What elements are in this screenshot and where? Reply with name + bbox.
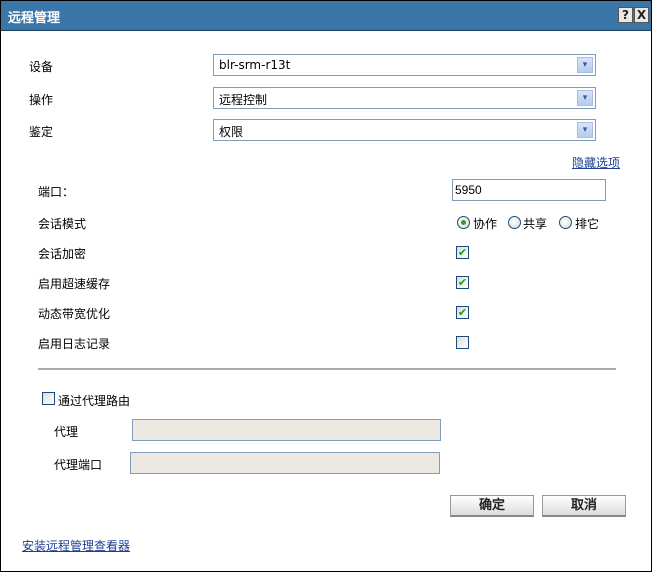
- radio-collaborate-label: 协作: [473, 217, 498, 231]
- port-input[interactable]: [452, 179, 606, 201]
- operation-value: 远程控制: [219, 93, 268, 107]
- chevron-down-icon[interactable]: ▾: [577, 57, 593, 73]
- proxy-port-label: 代理端口: [54, 458, 103, 472]
- auth-value: 权限: [219, 125, 244, 139]
- radio-exclusive-label: 排它: [575, 217, 600, 231]
- dialog-title: 远程管理: [8, 11, 61, 26]
- cache-checkbox[interactable]: ✔: [456, 276, 469, 289]
- radio-exclusive[interactable]: [559, 216, 572, 229]
- chevron-down-icon[interactable]: ▾: [577, 90, 593, 106]
- install-viewer-link[interactable]: 安装远程管理查看器: [22, 537, 130, 554]
- help-button[interactable]: ?: [618, 7, 633, 23]
- radio-shared-label: 共享: [523, 217, 548, 231]
- hide-options-link[interactable]: 隐藏选项: [572, 154, 620, 171]
- ok-button[interactable]: 确定: [450, 495, 534, 517]
- auth-select[interactable]: 权限 ▾: [213, 119, 596, 141]
- cancel-button[interactable]: 取消: [542, 495, 626, 517]
- radio-collaborate[interactable]: [457, 216, 470, 229]
- device-value: blr-srm-r13t: [219, 58, 291, 72]
- encrypt-checkbox[interactable]: ✔: [456, 246, 469, 259]
- close-button[interactable]: X: [634, 7, 649, 23]
- chevron-down-icon[interactable]: ▾: [577, 122, 593, 138]
- encrypt-label: 会话加密: [38, 247, 87, 261]
- logging-label: 启用日志记录: [38, 337, 111, 351]
- device-select[interactable]: blr-srm-r13t ▾: [213, 54, 596, 76]
- divider: [38, 368, 616, 370]
- device-label: 设备: [29, 60, 54, 74]
- cache-label: 启用超速缓存: [38, 277, 111, 291]
- proxy-route-label: 通过代理路由: [58, 394, 131, 408]
- remote-management-dialog: 远程管理 ? X 设备 blr-srm-r13t ▾ 操作 远程控制 ▾ 鉴定 …: [0, 0, 652, 572]
- port-label: 端口：: [38, 185, 75, 199]
- auth-label: 鉴定: [29, 125, 54, 139]
- operation-select[interactable]: 远程控制 ▾: [213, 87, 596, 109]
- proxy-port-input[interactable]: [130, 452, 440, 474]
- logging-checkbox[interactable]: [456, 336, 469, 349]
- operation-label: 操作: [29, 93, 54, 107]
- proxy-input[interactable]: [132, 419, 441, 441]
- proxy-label: 代理: [54, 425, 79, 439]
- bandwidth-label: 动态带宽优化: [38, 307, 111, 321]
- radio-shared[interactable]: [508, 216, 521, 229]
- session-mode-label: 会话模式: [38, 217, 87, 231]
- title-bar: 远程管理 ? X: [1, 1, 651, 31]
- proxy-route-checkbox[interactable]: [42, 392, 55, 405]
- bandwidth-checkbox[interactable]: ✔: [456, 306, 469, 319]
